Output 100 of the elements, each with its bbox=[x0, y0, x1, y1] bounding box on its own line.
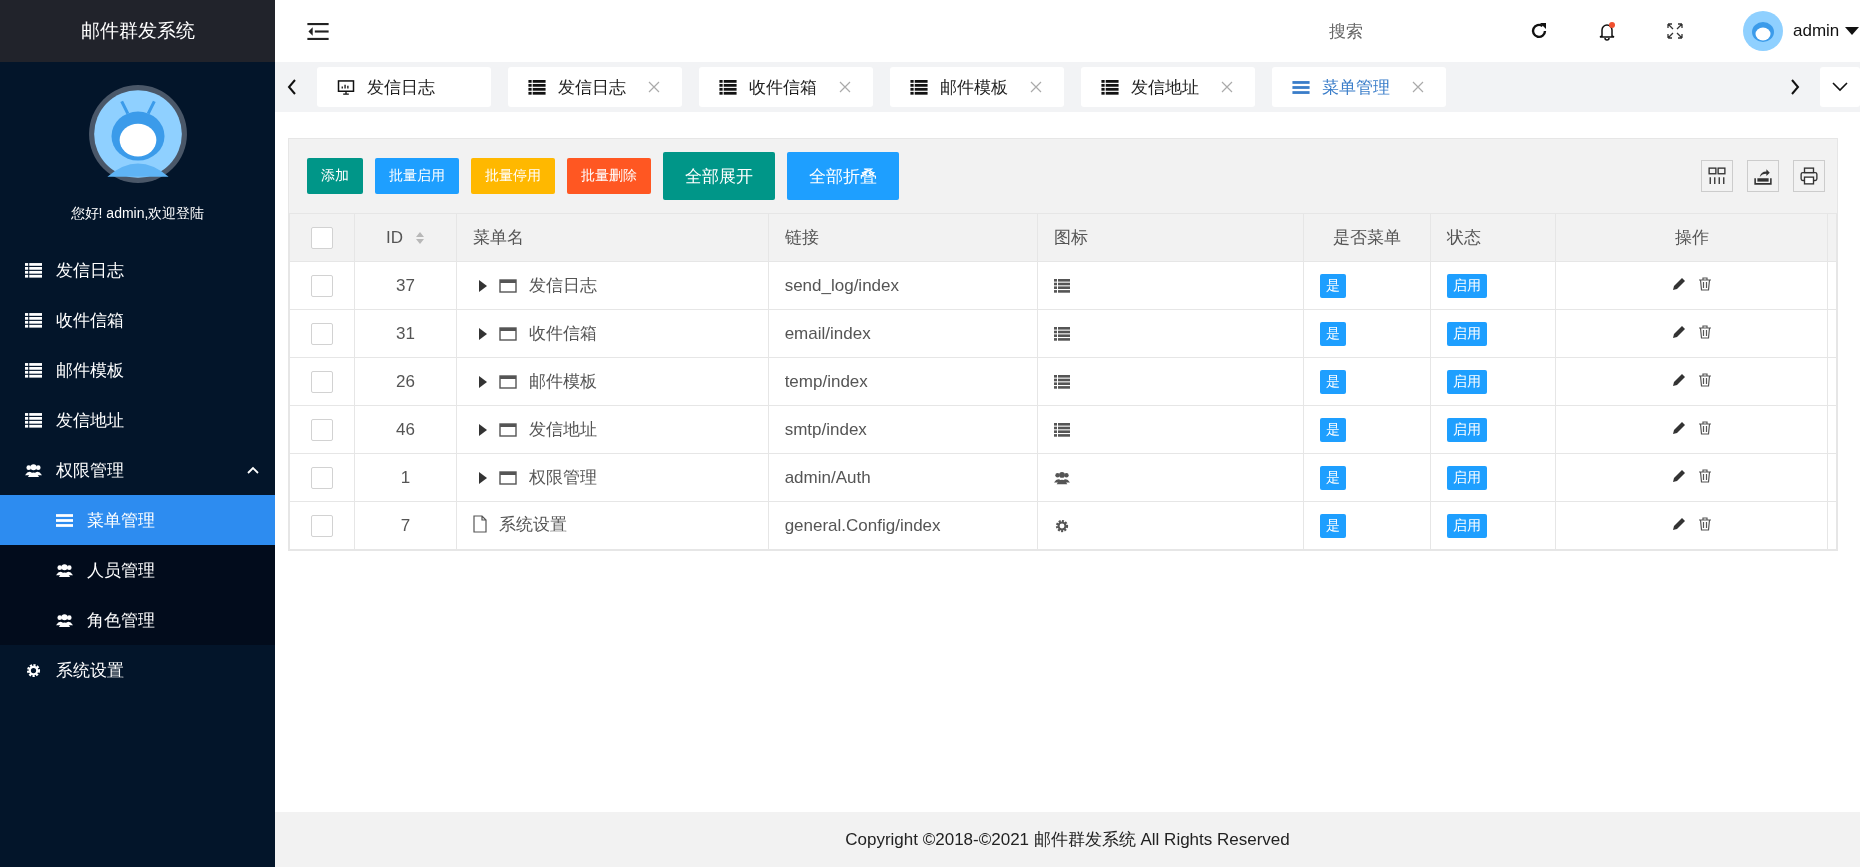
status-badge: 启用 bbox=[1446, 369, 1487, 394]
edit-icon[interactable] bbox=[1671, 420, 1686, 435]
expand-arrow-icon[interactable] bbox=[479, 423, 488, 436]
tab[interactable]: 收件信箱 bbox=[699, 67, 873, 107]
settings-icon bbox=[25, 662, 42, 678]
list-icon bbox=[1053, 279, 1070, 293]
list-icon bbox=[719, 79, 737, 95]
users-icon bbox=[56, 612, 73, 628]
checkbox[interactable] bbox=[310, 322, 333, 345]
print-button[interactable] bbox=[1793, 160, 1825, 192]
tab[interactable]: 发信地址 bbox=[1081, 67, 1255, 107]
tab[interactable]: 邮件模板 bbox=[890, 67, 1064, 107]
list-icon bbox=[1101, 79, 1119, 95]
checkbox[interactable] bbox=[310, 514, 333, 537]
trash-icon[interactable] bbox=[1697, 372, 1712, 387]
tab[interactable]: 发信日志 bbox=[317, 67, 491, 107]
table-cell-text: 权限管理 bbox=[529, 467, 598, 489]
tab[interactable]: 发信日志 bbox=[508, 67, 682, 107]
window-icon bbox=[499, 278, 518, 293]
checkbox[interactable] bbox=[310, 274, 333, 297]
chevron-right-icon[interactable] bbox=[1790, 79, 1800, 95]
caret-icon bbox=[1845, 27, 1860, 35]
expand-arrow-icon[interactable] bbox=[479, 327, 488, 340]
print-icon bbox=[1800, 167, 1818, 185]
column-header: 链接 bbox=[784, 228, 819, 247]
list-icon bbox=[528, 79, 546, 95]
trash-icon[interactable] bbox=[1697, 516, 1712, 531]
menu-fold-icon[interactable] bbox=[307, 22, 329, 40]
status-badge: 启用 bbox=[1446, 273, 1487, 298]
sidebar-item[interactable]: 角色管理 bbox=[0, 595, 275, 645]
search-field[interactable]: 搜索 bbox=[1329, 19, 1529, 43]
sidebar-item[interactable]: 权限管理 bbox=[0, 445, 275, 495]
tab[interactable]: 菜单管理 bbox=[1272, 67, 1446, 107]
sidebar-item[interactable]: 系统设置 bbox=[0, 645, 275, 695]
table-cell: 7 bbox=[400, 515, 411, 535]
yes-badge: 是 bbox=[1320, 465, 1347, 490]
table-cell: admin/Auth bbox=[784, 467, 871, 487]
window-icon bbox=[499, 422, 518, 437]
status-badge: 启用 bbox=[1446, 417, 1487, 442]
menu-icon bbox=[1292, 79, 1310, 95]
list-icon bbox=[25, 412, 42, 428]
refresh-icon[interactable] bbox=[1529, 21, 1549, 41]
table-cell: 37 bbox=[396, 275, 415, 295]
table-cell: smtp/index bbox=[784, 419, 867, 439]
table-cell: general.Config/index bbox=[784, 515, 941, 535]
column-header: 状态 bbox=[1446, 228, 1481, 247]
avatar[interactable] bbox=[1743, 11, 1783, 51]
checkbox[interactable] bbox=[310, 466, 333, 489]
bell-icon[interactable] bbox=[1597, 21, 1617, 41]
monitor-icon bbox=[337, 79, 355, 95]
table-cell-text: 收件信箱 bbox=[529, 323, 598, 345]
sidebar-item[interactable]: 收件信箱 bbox=[0, 295, 275, 345]
table-cell: temp/index bbox=[784, 371, 868, 391]
status-badge: 启用 bbox=[1446, 513, 1487, 538]
status-badge: 启用 bbox=[1446, 321, 1487, 346]
edit-icon[interactable] bbox=[1671, 324, 1686, 339]
copyright-text: Copyright ©2018-©2021 邮件群发系统 All Rights Reserved bbox=[845, 829, 1290, 851]
export-button[interactable] bbox=[1747, 160, 1779, 192]
checkbox[interactable] bbox=[310, 370, 333, 393]
trash-icon[interactable] bbox=[1697, 420, 1712, 435]
trash-icon[interactable] bbox=[1697, 468, 1712, 483]
edit-icon[interactable] bbox=[1671, 516, 1686, 531]
user-menu[interactable]: admin bbox=[1793, 21, 1840, 41]
sidebar-item[interactable]: 人员管理 bbox=[0, 545, 275, 595]
greeting-text: 您好! admin,欢迎登陆 bbox=[70, 205, 205, 223]
sidebar-item[interactable]: 发信日志 bbox=[0, 245, 275, 295]
fullscreen-icon[interactable] bbox=[1665, 21, 1685, 41]
columns-button[interactable] bbox=[1701, 160, 1733, 192]
list-icon bbox=[25, 312, 42, 328]
list-icon bbox=[1053, 327, 1070, 341]
checkbox[interactable] bbox=[310, 226, 333, 249]
tab-dropdown-button[interactable] bbox=[1820, 67, 1860, 107]
expand-arrow-icon[interactable] bbox=[479, 471, 488, 484]
list-icon bbox=[1053, 423, 1070, 437]
list-icon bbox=[25, 362, 42, 378]
checkbox[interactable] bbox=[310, 418, 333, 441]
toolbar-button[interactable]: 添加 bbox=[307, 158, 363, 194]
trash-icon[interactable] bbox=[1697, 324, 1712, 339]
expand-arrow-icon[interactable] bbox=[479, 375, 488, 388]
table-cell: email/index bbox=[784, 323, 871, 343]
edit-icon[interactable] bbox=[1671, 276, 1686, 291]
edit-icon[interactable] bbox=[1671, 468, 1686, 483]
export-icon bbox=[1754, 167, 1772, 185]
sidebar-item[interactable]: 邮件模板 bbox=[0, 345, 275, 395]
toolbar-button[interactable]: 全部展开 bbox=[663, 152, 775, 200]
users-icon bbox=[56, 562, 73, 578]
trash-icon[interactable] bbox=[1697, 276, 1712, 291]
expand-arrow-icon[interactable] bbox=[479, 279, 488, 292]
users-icon bbox=[1053, 471, 1070, 485]
yes-badge: 是 bbox=[1320, 513, 1347, 538]
table-cell-text: 发信地址 bbox=[529, 419, 598, 441]
column-header: 图标 bbox=[1053, 228, 1088, 247]
chevron-down-icon bbox=[1832, 82, 1848, 92]
edit-icon[interactable] bbox=[1671, 372, 1686, 387]
status-badge: 启用 bbox=[1446, 465, 1487, 490]
table-cell: 1 bbox=[400, 467, 411, 487]
chevron-left-icon[interactable] bbox=[287, 79, 297, 95]
sidebar-item[interactable]: 发信地址 bbox=[0, 395, 275, 445]
table-cell-text: 发信日志 bbox=[529, 275, 598, 297]
yes-badge: 是 bbox=[1320, 369, 1347, 394]
